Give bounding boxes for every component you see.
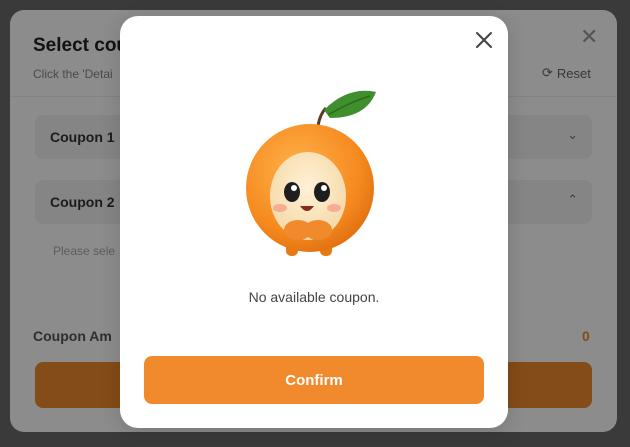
confirm-button[interactable]: Confirm [144, 356, 484, 404]
close-icon[interactable] [474, 30, 494, 50]
no-coupon-dialog: No available coupon. Confirm [120, 16, 508, 428]
orange-mascot-illustration [246, 90, 376, 256]
empty-state-message: No available coupon. [248, 289, 380, 305]
